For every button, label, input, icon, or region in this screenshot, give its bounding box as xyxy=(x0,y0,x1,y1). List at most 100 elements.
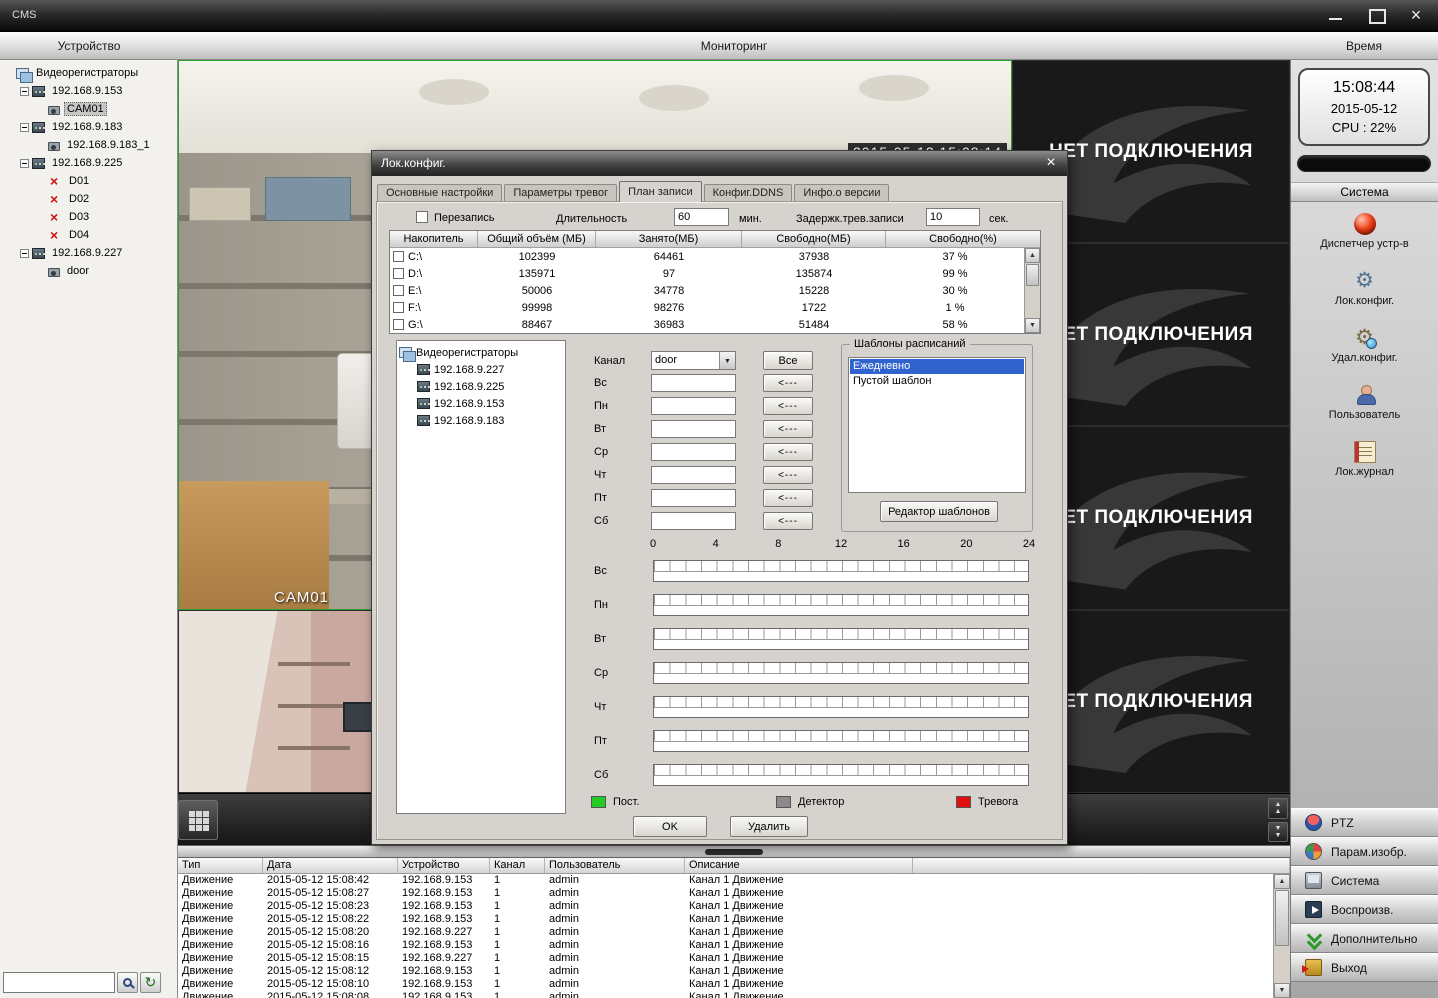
minimize-button[interactable] xyxy=(1324,5,1348,25)
disk-column-header[interactable]: Накопитель xyxy=(390,231,478,247)
system-menu-item[interactable]: Удал.конфиг. xyxy=(1291,320,1438,377)
all-channels-button[interactable]: Все xyxy=(763,351,813,370)
dialog-tab[interactable]: План записи xyxy=(619,181,701,202)
alarm-delay-input[interactable] xyxy=(926,208,980,226)
disk-row[interactable]: C:\ 102399 64461 37938 37 % xyxy=(390,248,1024,265)
scroll-down-icon[interactable] xyxy=(1025,318,1040,333)
log-row[interactable]: Движение 2015-05-12 15:08:15 192.168.9.2… xyxy=(178,952,1273,965)
chevron-down-icon[interactable] xyxy=(719,352,735,369)
tree-item[interactable]: 192.168.9.153 xyxy=(2,82,175,100)
day-template-input[interactable] xyxy=(651,420,736,438)
log-row[interactable]: Движение 2015-05-12 15:08:08 192.168.9.1… xyxy=(178,991,1273,998)
log-column-header[interactable]: Пользователь xyxy=(545,858,685,873)
scrollbar-thumb[interactable] xyxy=(1026,264,1039,286)
template-list-item[interactable]: Ежедневно xyxy=(850,359,1024,374)
system-menu-item[interactable]: Лок.журнал xyxy=(1291,434,1438,491)
ok-button[interactable]: OK xyxy=(633,816,707,837)
tree-item[interactable]: 192.168.9.227 xyxy=(2,244,175,262)
nav-button[interactable]: Дополнительно xyxy=(1291,924,1438,953)
system-menu-item[interactable]: Пользователь xyxy=(1291,377,1438,434)
template-editor-button[interactable]: Редактор шаблонов xyxy=(880,501,998,522)
scroll-up-icon[interactable] xyxy=(1025,248,1040,263)
disk-table-scrollbar[interactable] xyxy=(1024,248,1040,333)
tree-item[interactable]: D01 xyxy=(2,172,175,190)
day-template-input[interactable] xyxy=(651,443,736,461)
timeline-grid[interactable] xyxy=(653,594,1029,616)
horizontal-splitter[interactable] xyxy=(178,845,1290,858)
maximize-button[interactable] xyxy=(1364,5,1388,25)
tree-expander-icon[interactable] xyxy=(20,159,29,168)
day-template-input[interactable] xyxy=(651,489,736,507)
day-template-input[interactable] xyxy=(651,512,736,530)
timeline-grid[interactable] xyxy=(653,764,1029,786)
log-row[interactable]: Движение 2015-05-12 15:08:22 192.168.9.1… xyxy=(178,913,1273,926)
disk-column-header[interactable]: Общий объём (МБ) xyxy=(478,231,596,247)
nav-button[interactable]: PTZ xyxy=(1291,808,1438,837)
page-down-button[interactable] xyxy=(1268,822,1288,843)
page-up-button[interactable] xyxy=(1268,798,1288,819)
dialog-close-button[interactable] xyxy=(1042,155,1060,172)
channel-select[interactable]: door xyxy=(651,351,736,370)
dialog-tab[interactable]: Конфиг.DDNS xyxy=(704,184,793,202)
scrollbar-thumb[interactable] xyxy=(1275,890,1289,946)
timeline-grid[interactable] xyxy=(653,696,1029,718)
tree-expander-icon[interactable] xyxy=(20,249,29,258)
disk-column-header[interactable]: Свободно(%) xyxy=(886,231,1040,247)
search-button[interactable] xyxy=(117,972,138,993)
scroll-up-icon[interactable] xyxy=(1274,874,1290,889)
tree-item[interactable]: 192.168.9.183 xyxy=(2,118,175,136)
day-template-input[interactable] xyxy=(651,466,736,484)
disk-checkbox[interactable] xyxy=(393,285,404,296)
tree-item[interactable]: D02 xyxy=(2,190,175,208)
disk-column-header[interactable]: Занято(МБ) xyxy=(596,231,742,247)
menu-device[interactable]: Устройство xyxy=(0,39,178,53)
log-column-header[interactable]: Устройство xyxy=(398,858,490,873)
disk-row[interactable]: F:\ 99998 98276 1722 1 % xyxy=(390,299,1024,316)
disk-row[interactable]: D:\ 135971 97 135874 99 % xyxy=(390,265,1024,282)
search-input[interactable] xyxy=(3,972,115,993)
log-row[interactable]: Движение 2015-05-12 15:08:10 192.168.9.1… xyxy=(178,978,1273,991)
tree-item[interactable]: 192.168.9.225 xyxy=(2,154,175,172)
nav-button[interactable]: Выход xyxy=(1291,953,1438,982)
close-button[interactable] xyxy=(1404,5,1428,25)
tree-item[interactable]: D03 xyxy=(2,208,175,226)
log-row[interactable]: Движение 2015-05-12 15:08:23 192.168.9.1… xyxy=(178,900,1273,913)
disk-column-header[interactable]: Свободно(МБ) xyxy=(742,231,886,247)
layout-button[interactable] xyxy=(178,800,218,840)
log-column-header[interactable]: Дата xyxy=(263,858,398,873)
menu-time[interactable]: Время xyxy=(1290,39,1438,53)
splitter-grip[interactable] xyxy=(705,849,763,855)
template-list-item[interactable]: Пустой шаблон xyxy=(850,374,1024,389)
log-row[interactable]: Движение 2015-05-12 15:08:42 192.168.9.1… xyxy=(178,874,1273,887)
log-row[interactable]: Движение 2015-05-12 15:08:20 192.168.9.2… xyxy=(178,926,1273,939)
timeline-grid[interactable] xyxy=(653,628,1029,650)
tree-item[interactable]: CAM01 xyxy=(2,100,175,118)
overwrite-checkbox[interactable] xyxy=(416,211,428,223)
menu-monitoring[interactable]: Мониторинг xyxy=(178,39,1290,53)
delete-button[interactable]: Удалить xyxy=(730,816,808,837)
duration-input[interactable] xyxy=(674,208,729,226)
disk-checkbox[interactable] xyxy=(393,302,404,313)
nav-button[interactable]: Воспроизв. xyxy=(1291,895,1438,924)
log-row[interactable]: Движение 2015-05-12 15:08:12 192.168.9.1… xyxy=(178,965,1273,978)
disk-row[interactable]: G:\ 88467 36983 51484 58 % xyxy=(390,316,1024,333)
disk-checkbox[interactable] xyxy=(393,251,404,262)
apply-template-button[interactable]: <--- xyxy=(763,512,813,530)
apply-template-button[interactable]: <--- xyxy=(763,466,813,484)
system-menu-item[interactable]: Лок.конфиг. xyxy=(1291,263,1438,320)
day-template-input[interactable] xyxy=(651,397,736,415)
apply-template-button[interactable]: <--- xyxy=(763,443,813,461)
tree-expander-icon[interactable] xyxy=(20,87,29,96)
disk-checkbox[interactable] xyxy=(393,319,404,330)
refresh-button[interactable] xyxy=(140,972,161,993)
log-column-header[interactable]: Канал xyxy=(490,858,545,873)
log-column-header[interactable]: Тип xyxy=(178,858,263,873)
day-template-input[interactable] xyxy=(651,374,736,392)
dialog-tab[interactable]: Инфо.о версии xyxy=(794,184,889,202)
apply-template-button[interactable]: <--- xyxy=(763,374,813,392)
dialog-tree-root[interactable]: Видеорегистраторы xyxy=(399,344,563,361)
log-scrollbar[interactable] xyxy=(1273,874,1290,998)
system-menu-item[interactable]: Диспетчер устр-в xyxy=(1291,206,1438,263)
dialog-title-bar[interactable]: Лок.конфиг. xyxy=(372,151,1067,176)
log-row[interactable]: Движение 2015-05-12 15:08:16 192.168.9.1… xyxy=(178,939,1273,952)
